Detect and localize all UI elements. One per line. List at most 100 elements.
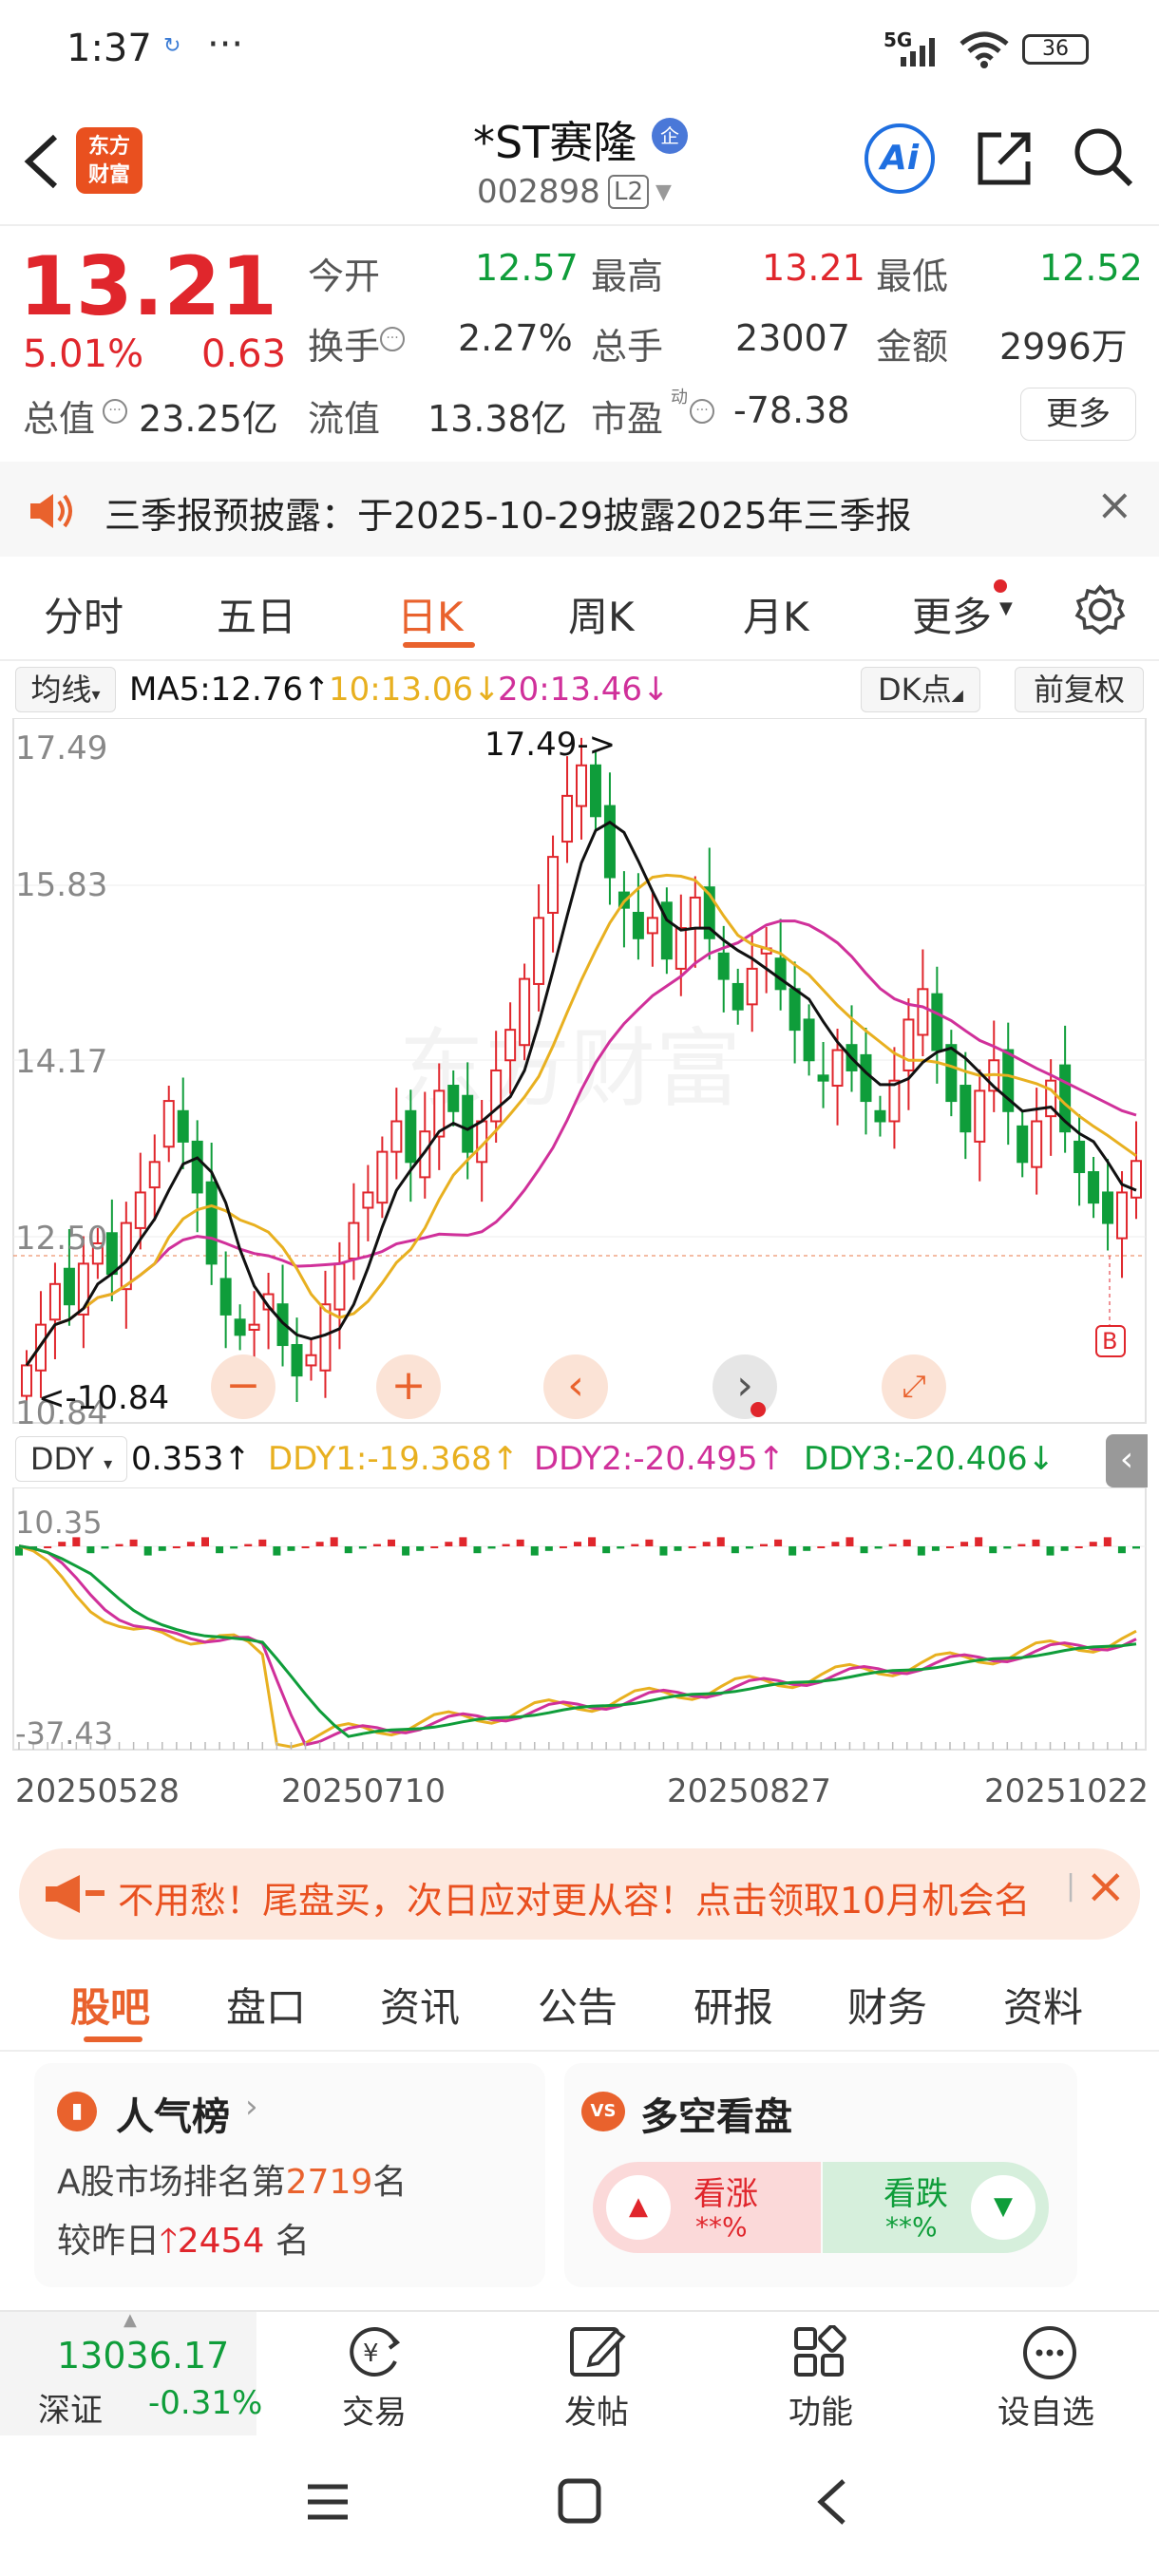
dk-point-button[interactable]: DK点◢ [861, 667, 980, 712]
bearish-button[interactable]: 看跌 **% ▼ [823, 2162, 1049, 2253]
home-icon[interactable] [557, 2477, 602, 2525]
fullscreen-icon[interactable]: ⤢ [882, 1354, 946, 1419]
index-widget[interactable]: ▲ 13036.17 深证 -0.31% [0, 2310, 262, 2435]
info-icon[interactable]: ··· [103, 399, 127, 424]
ddy-chart[interactable] [0, 1487, 1159, 1759]
high-value: 13.21 [762, 247, 865, 289]
tab-news[interactable]: 资讯 [380, 1976, 460, 2034]
candle-body [333, 1262, 346, 1311]
scroll-right-button[interactable]: › [712, 1354, 777, 1419]
candle-body [945, 1044, 958, 1103]
scroll-left-button[interactable]: ‹ [543, 1354, 608, 1419]
ma-type-select[interactable]: 均线▾ [15, 667, 116, 712]
red-dot [750, 1402, 766, 1417]
tab-research[interactable]: 研报 [694, 1976, 773, 2034]
tab-forum[interactable]: 股吧 [70, 1976, 150, 2034]
info-icon[interactable]: ··· [690, 399, 714, 424]
candle-body [134, 1191, 146, 1229]
tab-daily-k[interactable]: 日K [397, 585, 464, 643]
zoom-in-button[interactable]: + [376, 1354, 441, 1419]
candle-body [788, 988, 801, 1032]
candle-body [533, 917, 545, 985]
promo-banner[interactable]: 不用愁！尾盘买，次日应对更从容！点击领取10月机会名 | × [19, 1848, 1140, 1940]
tab-5day[interactable]: 五日 [217, 585, 296, 643]
ddy-bar [172, 1546, 180, 1548]
collapse-panel-icon[interactable]: ‹ [1106, 1434, 1148, 1487]
candle-body [902, 1018, 915, 1071]
tab-finance[interactable]: 财务 [847, 1976, 927, 2034]
nav-post[interactable]: 发帖 [545, 2321, 650, 2432]
ddy-bar [1117, 1546, 1126, 1554]
ddy-bar [631, 1544, 639, 1546]
ddy-bar [774, 1539, 783, 1546]
ddy-bar [846, 1537, 854, 1546]
open-value: 12.57 [475, 247, 579, 289]
candle-body [1074, 1140, 1086, 1174]
indicator-select[interactable]: DDY ▾ [15, 1436, 127, 1482]
candle-body [817, 1074, 829, 1082]
ddy-bar [473, 1546, 482, 1554]
candle-body [376, 1150, 389, 1204]
candle-body [234, 1318, 246, 1336]
tab-intraday[interactable]: 分时 [44, 585, 124, 643]
ddy-bar [358, 1546, 367, 1549]
ddy-bar [617, 1546, 625, 1549]
close-icon[interactable]: × [1096, 479, 1133, 530]
candle-body [447, 1085, 460, 1112]
ddy-bar [731, 1546, 739, 1554]
ddy1-text: DDY1:-19.368 [268, 1440, 492, 1478]
share-icon[interactable] [973, 127, 1036, 190]
settings-icon[interactable] [1074, 583, 1127, 636]
long-short-card[interactable]: VS 多空看盘 ▲ 看涨 **% 看跌 **% ▼ [564, 2063, 1077, 2287]
ddy-bar [230, 1546, 238, 1549]
ddy-bar [273, 1546, 281, 1556]
ddy-bar [143, 1546, 152, 1556]
ma-type-label: 均线 [30, 672, 92, 708]
ddy-bar [817, 1546, 826, 1548]
menu-icon[interactable] [304, 2481, 352, 2523]
zoom-out-button[interactable]: − [211, 1354, 276, 1419]
ranking-icon: ▮ [57, 2092, 97, 2131]
more-button[interactable]: 更多 [1020, 388, 1136, 441]
candle-body [219, 1278, 232, 1316]
compare-prefix: 较昨日 [57, 2222, 161, 2261]
tab-monthly-k[interactable]: 月K [743, 585, 809, 643]
dropdown-icon[interactable]: ▼ [656, 180, 672, 204]
nav-functions[interactable]: 功能 [770, 2321, 874, 2432]
level2-badge[interactable]: L2 [608, 175, 650, 209]
tab-weekly-k[interactable]: 周K [568, 585, 635, 643]
ddy-bar [975, 1537, 983, 1546]
battery-icon: 36 [1022, 34, 1089, 65]
tab-more[interactable]: 更多 [912, 585, 992, 643]
info-icon[interactable]: ··· [380, 327, 405, 351]
notice-bar[interactable]: 三季报预披露：于2025-10-29披露2025年三季报 × [0, 462, 1159, 557]
chevron-down-icon: ▼ [999, 598, 1013, 618]
kline-chart[interactable]: 东方财富 [0, 718, 1159, 1430]
ddy-bar [931, 1546, 940, 1551]
post-label: 发帖 [564, 2394, 629, 2432]
candle-body [632, 912, 644, 939]
back-icon[interactable] [19, 131, 66, 192]
adjust-button[interactable]: 前复权 [1015, 667, 1144, 712]
popularity-card[interactable]: ▮ 人气榜 › A股市场排名第2719名 较昨日🡑2454 名 [34, 2063, 545, 2287]
search-icon[interactable] [1072, 125, 1136, 190]
tab-announcement[interactable]: 公告 [538, 1976, 618, 2034]
buy-marker-label: B [1102, 1328, 1118, 1354]
candle-body [717, 952, 730, 980]
edit-icon [570, 2327, 626, 2377]
nav-add-watchlist[interactable]: 设自选 [988, 2321, 1112, 2432]
back-nav-icon[interactable] [813, 2477, 851, 2527]
rank-prefix: A股市场排名第 [57, 2163, 286, 2202]
nav-trade[interactable]: ¥ 交易 [323, 2321, 428, 2432]
candle-body [319, 1303, 332, 1372]
ddy-bar [416, 1546, 425, 1551]
ai-button[interactable]: Ai [864, 123, 935, 194]
ma-legend: 均线▾ MA5:12.76↑ 10:13.06↓ 20:13.46↓ DK点◢ … [0, 663, 1159, 720]
bullish-button[interactable]: ▲ 看涨 **% [593, 2162, 821, 2253]
tab-profile[interactable]: 资料 [1003, 1976, 1083, 2034]
pe-superscript: 动 [671, 388, 688, 407]
close-icon[interactable]: × [1085, 1858, 1127, 1915]
tab-orderbook[interactable]: 盘口 [226, 1976, 306, 2034]
candle-body [1116, 1191, 1129, 1240]
price-axis-tick: 14.17 [15, 1043, 108, 1081]
